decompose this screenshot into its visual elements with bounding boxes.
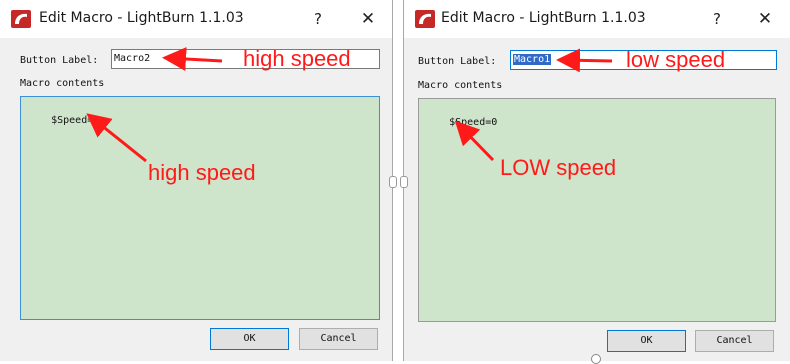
close-icon[interactable]: ✕ <box>356 8 380 30</box>
cancel-button[interactable]: Cancel <box>695 330 774 352</box>
title-bar: Edit Macro - LightBurn 1.1.03 ? ✕ <box>0 0 392 38</box>
macro-contents-textarea[interactable]: $Speed=0 <box>418 98 776 322</box>
macro-contents-value: $Speed=1 <box>51 115 100 126</box>
annotation-contents-note: LOW speed <box>500 155 617 180</box>
help-icon[interactable]: ? <box>306 8 330 30</box>
annotation-contents-note: high speed <box>148 160 256 185</box>
help-icon[interactable]: ? <box>705 8 729 30</box>
close-icon[interactable]: ✕ <box>753 8 777 30</box>
window-title: Edit Macro - LightBurn 1.1.03 <box>441 10 646 26</box>
button-label-caption: Button Label: <box>418 56 497 67</box>
button-label-value: Macro1 <box>513 54 552 65</box>
macro-contents-caption: Macro contents <box>418 80 503 91</box>
edit-macro-dialog-left: Edit Macro - LightBurn 1.1.03 ? ✕ Button… <box>0 0 393 361</box>
macro-contents-value: $Speed=0 <box>449 117 498 128</box>
annotation-label-note: low speed <box>626 47 726 72</box>
ok-button[interactable]: OK <box>607 330 686 352</box>
dialog-edge-handle <box>400 176 408 188</box>
button-label-value: Macro2 <box>114 53 151 64</box>
dialog-edge-handle <box>389 176 397 188</box>
macro-contents-caption: Macro contents <box>20 78 105 89</box>
annotation-label-note: high speed <box>243 46 351 71</box>
ok-button[interactable]: OK <box>210 328 289 350</box>
title-bar: Edit Macro - LightBurn 1.1.03 ? ✕ <box>404 0 790 38</box>
cancel-button[interactable]: Cancel <box>299 328 378 350</box>
window-title: Edit Macro - LightBurn 1.1.03 <box>39 10 244 26</box>
macro-contents-textarea[interactable]: $Speed=1 <box>20 96 380 320</box>
resize-grip-icon <box>591 354 601 364</box>
edit-macro-dialog-right: Edit Macro - LightBurn 1.1.03 ? ✕ Button… <box>403 0 790 361</box>
button-label-caption: Button Label: <box>20 55 99 66</box>
lightburn-icon <box>11 10 31 28</box>
lightburn-icon <box>415 10 435 28</box>
